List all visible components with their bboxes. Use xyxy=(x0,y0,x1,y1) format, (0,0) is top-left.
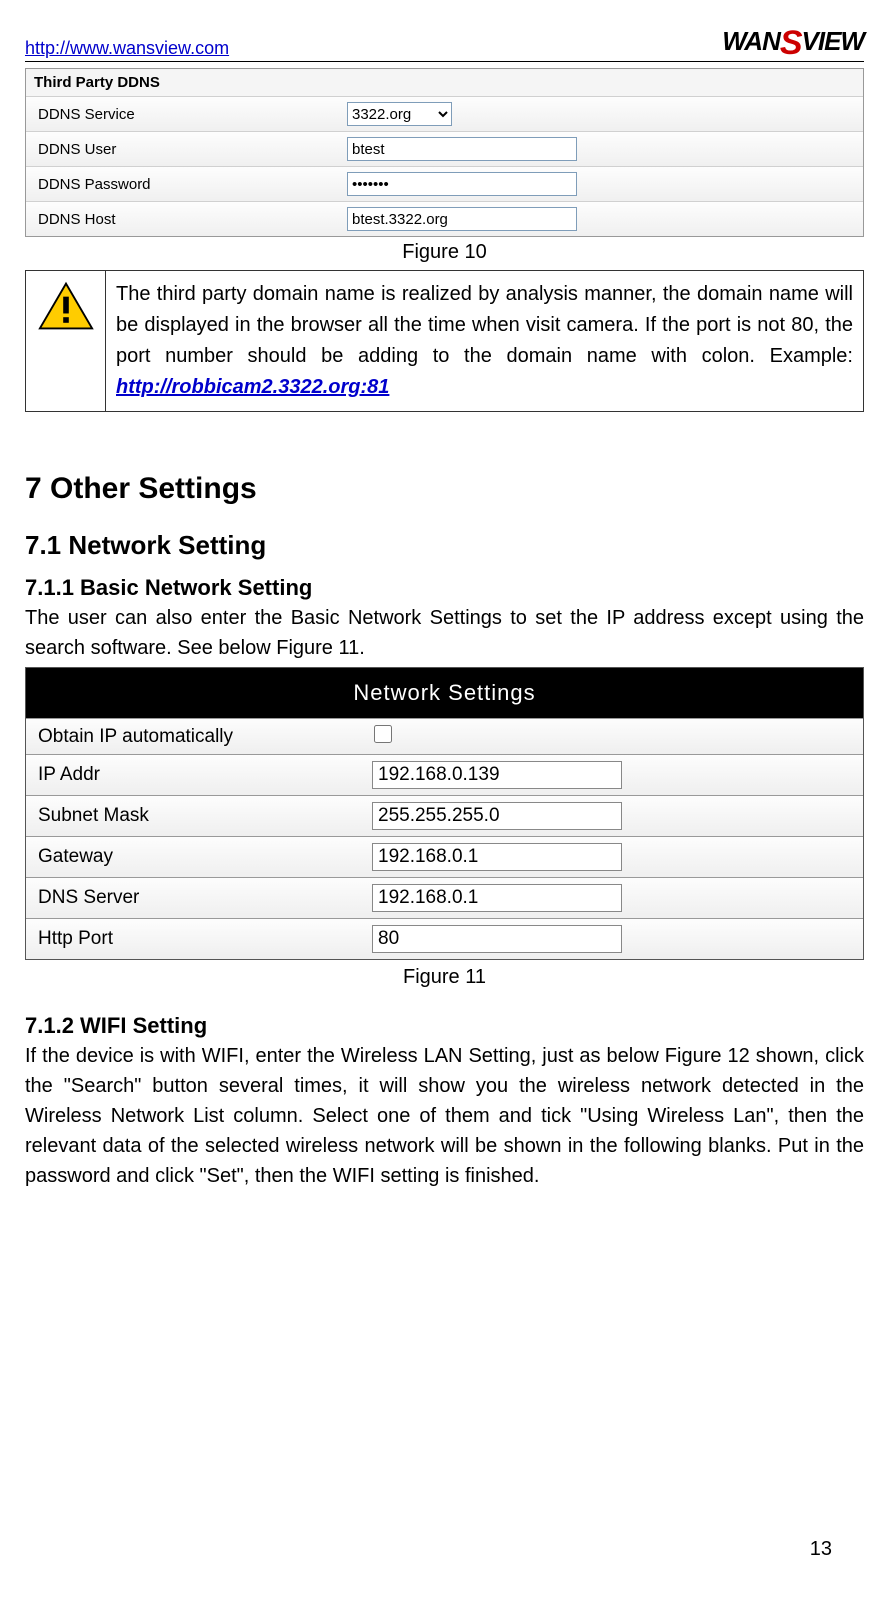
obtain-ip-checkbox[interactable] xyxy=(374,725,392,743)
ddns-panel: Third Party DDNS DDNS Service 3322.org D… xyxy=(25,68,864,237)
section-7-1-2-body: If the device is with WIFI, enter the Wi… xyxy=(25,1041,864,1191)
page-number: 13 xyxy=(810,1538,832,1561)
ddns-service-row: DDNS Service 3322.org xyxy=(26,97,863,132)
warning-box: The third party domain name is realized … xyxy=(25,270,864,412)
gateway-input[interactable] xyxy=(372,843,622,871)
section-7-1-2-heading: 7.1.2 WIFI Setting xyxy=(25,1013,864,1039)
gateway-label: Gateway xyxy=(32,846,372,868)
ddns-service-select[interactable]: 3322.org xyxy=(347,102,452,126)
ddns-password-input[interactable] xyxy=(347,172,577,196)
obtain-ip-label: Obtain IP automatically xyxy=(32,726,372,748)
section-7-heading: 7 Other Settings xyxy=(25,472,864,506)
gateway-row: Gateway xyxy=(26,836,863,877)
http-port-row: Http Port xyxy=(26,918,863,959)
obtain-ip-row: Obtain IP automatically xyxy=(26,718,863,754)
ip-addr-row: IP Addr xyxy=(26,754,863,795)
ip-addr-label: IP Addr xyxy=(32,764,372,786)
network-settings-panel: Network Settings Obtain IP automatically… xyxy=(25,667,864,960)
ddns-user-label: DDNS User xyxy=(32,141,347,158)
section-7-1-heading: 7.1 Network Setting xyxy=(25,530,864,561)
ddns-panel-title: Third Party DDNS xyxy=(26,69,863,97)
http-port-input[interactable] xyxy=(372,925,622,953)
dns-server-label: DNS Server xyxy=(32,887,372,909)
warning-text: The third party domain name is realized … xyxy=(106,271,863,411)
section-7-1-1-heading: 7.1.1 Basic Network Setting xyxy=(25,575,864,601)
example-url-link[interactable]: http://robbicam2.3322.org:81 xyxy=(116,376,389,398)
subnet-mask-row: Subnet Mask xyxy=(26,795,863,836)
logo-s-icon: S xyxy=(780,24,802,63)
ip-addr-input[interactable] xyxy=(372,761,622,789)
subnet-mask-label: Subnet Mask xyxy=(32,805,372,827)
site-url-link[interactable]: http://www.wansview.com xyxy=(25,38,229,59)
ddns-service-label: DDNS Service xyxy=(32,106,347,123)
figure-11-caption: Figure 11 xyxy=(25,966,864,989)
ddns-host-label: DDNS Host xyxy=(32,211,347,228)
ddns-host-input[interactable] xyxy=(347,207,577,231)
brand-logo: WANSVIEW xyxy=(722,20,864,59)
dns-server-input[interactable] xyxy=(372,884,622,912)
warning-triangle-icon xyxy=(38,281,94,331)
ddns-host-row: DDNS Host xyxy=(26,202,863,236)
ddns-user-input[interactable] xyxy=(347,137,577,161)
subnet-mask-input[interactable] xyxy=(372,802,622,830)
http-port-label: Http Port xyxy=(32,928,372,950)
ddns-user-row: DDNS User xyxy=(26,132,863,167)
network-settings-title: Network Settings xyxy=(26,668,863,718)
section-7-1-1-body: The user can also enter the Basic Networ… xyxy=(25,603,864,663)
dns-server-row: DNS Server xyxy=(26,877,863,918)
warning-icon-cell xyxy=(26,271,106,411)
ddns-password-row: DDNS Password xyxy=(26,167,863,202)
figure-10-caption: Figure 10 xyxy=(25,241,864,264)
ddns-password-label: DDNS Password xyxy=(32,176,347,193)
page-header: http://www.wansview.com WANSVIEW xyxy=(25,20,864,62)
